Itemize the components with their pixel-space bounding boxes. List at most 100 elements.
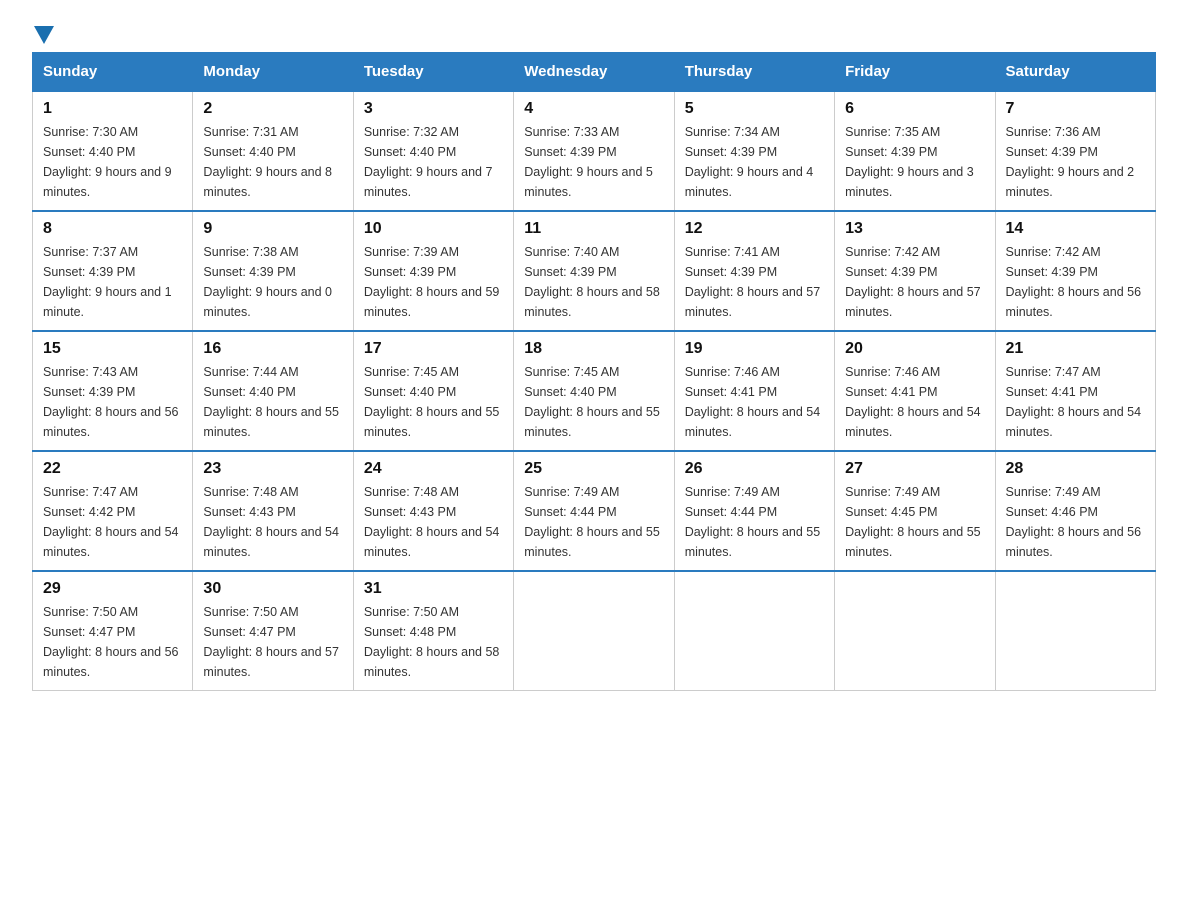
day-cell-3: 3 Sunrise: 7:32 AM Sunset: 4:40 PM Dayli… xyxy=(353,91,513,211)
day-info: Sunrise: 7:48 AM Sunset: 4:43 PM Dayligh… xyxy=(364,482,503,562)
day-number: 20 xyxy=(845,340,984,358)
day-info: Sunrise: 7:50 AM Sunset: 4:47 PM Dayligh… xyxy=(203,602,342,682)
day-number: 2 xyxy=(203,100,342,118)
calendar-table: SundayMondayTuesdayWednesdayThursdayFrid… xyxy=(32,52,1156,691)
day-cell-19: 19 Sunrise: 7:46 AM Sunset: 4:41 PM Dayl… xyxy=(674,331,834,451)
day-cell-24: 24 Sunrise: 7:48 AM Sunset: 4:43 PM Dayl… xyxy=(353,451,513,571)
empty-cell-w4-d5 xyxy=(835,571,995,691)
day-info: Sunrise: 7:38 AM Sunset: 4:39 PM Dayligh… xyxy=(203,242,342,322)
week-row-4: 22 Sunrise: 7:47 AM Sunset: 4:42 PM Dayl… xyxy=(33,451,1156,571)
day-cell-22: 22 Sunrise: 7:47 AM Sunset: 4:42 PM Dayl… xyxy=(33,451,193,571)
day-info: Sunrise: 7:50 AM Sunset: 4:48 PM Dayligh… xyxy=(364,602,503,682)
day-number: 25 xyxy=(524,460,663,478)
day-cell-9: 9 Sunrise: 7:38 AM Sunset: 4:39 PM Dayli… xyxy=(193,211,353,331)
day-cell-28: 28 Sunrise: 7:49 AM Sunset: 4:46 PM Dayl… xyxy=(995,451,1155,571)
day-number: 22 xyxy=(43,460,182,478)
day-cell-31: 31 Sunrise: 7:50 AM Sunset: 4:48 PM Dayl… xyxy=(353,571,513,691)
empty-cell-w4-d3 xyxy=(514,571,674,691)
day-cell-21: 21 Sunrise: 7:47 AM Sunset: 4:41 PM Dayl… xyxy=(995,331,1155,451)
day-number: 7 xyxy=(1006,100,1145,118)
day-number: 9 xyxy=(203,220,342,238)
day-info: Sunrise: 7:47 AM Sunset: 4:42 PM Dayligh… xyxy=(43,482,182,562)
day-number: 19 xyxy=(685,340,824,358)
day-number: 16 xyxy=(203,340,342,358)
day-number: 23 xyxy=(203,460,342,478)
day-info: Sunrise: 7:35 AM Sunset: 4:39 PM Dayligh… xyxy=(845,122,984,202)
day-cell-23: 23 Sunrise: 7:48 AM Sunset: 4:43 PM Dayl… xyxy=(193,451,353,571)
day-number: 12 xyxy=(685,220,824,238)
day-cell-1: 1 Sunrise: 7:30 AM Sunset: 4:40 PM Dayli… xyxy=(33,91,193,211)
day-cell-29: 29 Sunrise: 7:50 AM Sunset: 4:47 PM Dayl… xyxy=(33,571,193,691)
day-number: 29 xyxy=(43,580,182,598)
day-cell-4: 4 Sunrise: 7:33 AM Sunset: 4:39 PM Dayli… xyxy=(514,91,674,211)
empty-cell-w4-d4 xyxy=(674,571,834,691)
day-info: Sunrise: 7:49 AM Sunset: 4:46 PM Dayligh… xyxy=(1006,482,1145,562)
day-info: Sunrise: 7:44 AM Sunset: 4:40 PM Dayligh… xyxy=(203,362,342,442)
day-info: Sunrise: 7:49 AM Sunset: 4:44 PM Dayligh… xyxy=(524,482,663,562)
day-info: Sunrise: 7:32 AM Sunset: 4:40 PM Dayligh… xyxy=(364,122,503,202)
day-info: Sunrise: 7:43 AM Sunset: 4:39 PM Dayligh… xyxy=(43,362,182,442)
day-number: 26 xyxy=(685,460,824,478)
day-info: Sunrise: 7:39 AM Sunset: 4:39 PM Dayligh… xyxy=(364,242,503,322)
day-number: 6 xyxy=(845,100,984,118)
week-row-5: 29 Sunrise: 7:50 AM Sunset: 4:47 PM Dayl… xyxy=(33,571,1156,691)
day-cell-11: 11 Sunrise: 7:40 AM Sunset: 4:39 PM Dayl… xyxy=(514,211,674,331)
header-monday: Monday xyxy=(193,53,353,92)
day-cell-17: 17 Sunrise: 7:45 AM Sunset: 4:40 PM Dayl… xyxy=(353,331,513,451)
day-info: Sunrise: 7:45 AM Sunset: 4:40 PM Dayligh… xyxy=(524,362,663,442)
header-wednesday: Wednesday xyxy=(514,53,674,92)
day-info: Sunrise: 7:36 AM Sunset: 4:39 PM Dayligh… xyxy=(1006,122,1145,202)
day-cell-7: 7 Sunrise: 7:36 AM Sunset: 4:39 PM Dayli… xyxy=(995,91,1155,211)
day-info: Sunrise: 7:31 AM Sunset: 4:40 PM Dayligh… xyxy=(203,122,342,202)
day-cell-25: 25 Sunrise: 7:49 AM Sunset: 4:44 PM Dayl… xyxy=(514,451,674,571)
week-row-3: 15 Sunrise: 7:43 AM Sunset: 4:39 PM Dayl… xyxy=(33,331,1156,451)
day-number: 1 xyxy=(43,100,182,118)
day-number: 4 xyxy=(524,100,663,118)
day-cell-8: 8 Sunrise: 7:37 AM Sunset: 4:39 PM Dayli… xyxy=(33,211,193,331)
day-cell-5: 5 Sunrise: 7:34 AM Sunset: 4:39 PM Dayli… xyxy=(674,91,834,211)
day-cell-18: 18 Sunrise: 7:45 AM Sunset: 4:40 PM Dayl… xyxy=(514,331,674,451)
page-header xyxy=(32,24,1156,40)
day-info: Sunrise: 7:40 AM Sunset: 4:39 PM Dayligh… xyxy=(524,242,663,322)
day-info: Sunrise: 7:46 AM Sunset: 4:41 PM Dayligh… xyxy=(845,362,984,442)
logo xyxy=(32,24,54,40)
day-number: 11 xyxy=(524,220,663,238)
day-number: 27 xyxy=(845,460,984,478)
day-number: 31 xyxy=(364,580,503,598)
day-info: Sunrise: 7:46 AM Sunset: 4:41 PM Dayligh… xyxy=(685,362,824,442)
day-cell-13: 13 Sunrise: 7:42 AM Sunset: 4:39 PM Dayl… xyxy=(835,211,995,331)
day-info: Sunrise: 7:34 AM Sunset: 4:39 PM Dayligh… xyxy=(685,122,824,202)
day-info: Sunrise: 7:33 AM Sunset: 4:39 PM Dayligh… xyxy=(524,122,663,202)
day-number: 15 xyxy=(43,340,182,358)
logo-triangle-icon xyxy=(34,26,54,44)
day-cell-27: 27 Sunrise: 7:49 AM Sunset: 4:45 PM Dayl… xyxy=(835,451,995,571)
day-number: 5 xyxy=(685,100,824,118)
day-info: Sunrise: 7:48 AM Sunset: 4:43 PM Dayligh… xyxy=(203,482,342,562)
day-number: 10 xyxy=(364,220,503,238)
week-row-2: 8 Sunrise: 7:37 AM Sunset: 4:39 PM Dayli… xyxy=(33,211,1156,331)
calendar-header-row: SundayMondayTuesdayWednesdayThursdayFrid… xyxy=(33,53,1156,92)
header-tuesday: Tuesday xyxy=(353,53,513,92)
day-number: 28 xyxy=(1006,460,1145,478)
day-cell-2: 2 Sunrise: 7:31 AM Sunset: 4:40 PM Dayli… xyxy=(193,91,353,211)
header-thursday: Thursday xyxy=(674,53,834,92)
day-cell-20: 20 Sunrise: 7:46 AM Sunset: 4:41 PM Dayl… xyxy=(835,331,995,451)
day-number: 24 xyxy=(364,460,503,478)
header-friday: Friday xyxy=(835,53,995,92)
day-info: Sunrise: 7:49 AM Sunset: 4:44 PM Dayligh… xyxy=(685,482,824,562)
empty-cell-w4-d6 xyxy=(995,571,1155,691)
day-cell-12: 12 Sunrise: 7:41 AM Sunset: 4:39 PM Dayl… xyxy=(674,211,834,331)
day-cell-10: 10 Sunrise: 7:39 AM Sunset: 4:39 PM Dayl… xyxy=(353,211,513,331)
day-number: 30 xyxy=(203,580,342,598)
day-number: 21 xyxy=(1006,340,1145,358)
day-number: 8 xyxy=(43,220,182,238)
day-info: Sunrise: 7:37 AM Sunset: 4:39 PM Dayligh… xyxy=(43,242,182,322)
day-cell-30: 30 Sunrise: 7:50 AM Sunset: 4:47 PM Dayl… xyxy=(193,571,353,691)
day-number: 18 xyxy=(524,340,663,358)
day-number: 13 xyxy=(845,220,984,238)
day-number: 14 xyxy=(1006,220,1145,238)
day-cell-15: 15 Sunrise: 7:43 AM Sunset: 4:39 PM Dayl… xyxy=(33,331,193,451)
day-info: Sunrise: 7:42 AM Sunset: 4:39 PM Dayligh… xyxy=(845,242,984,322)
day-cell-14: 14 Sunrise: 7:42 AM Sunset: 4:39 PM Dayl… xyxy=(995,211,1155,331)
day-cell-6: 6 Sunrise: 7:35 AM Sunset: 4:39 PM Dayli… xyxy=(835,91,995,211)
